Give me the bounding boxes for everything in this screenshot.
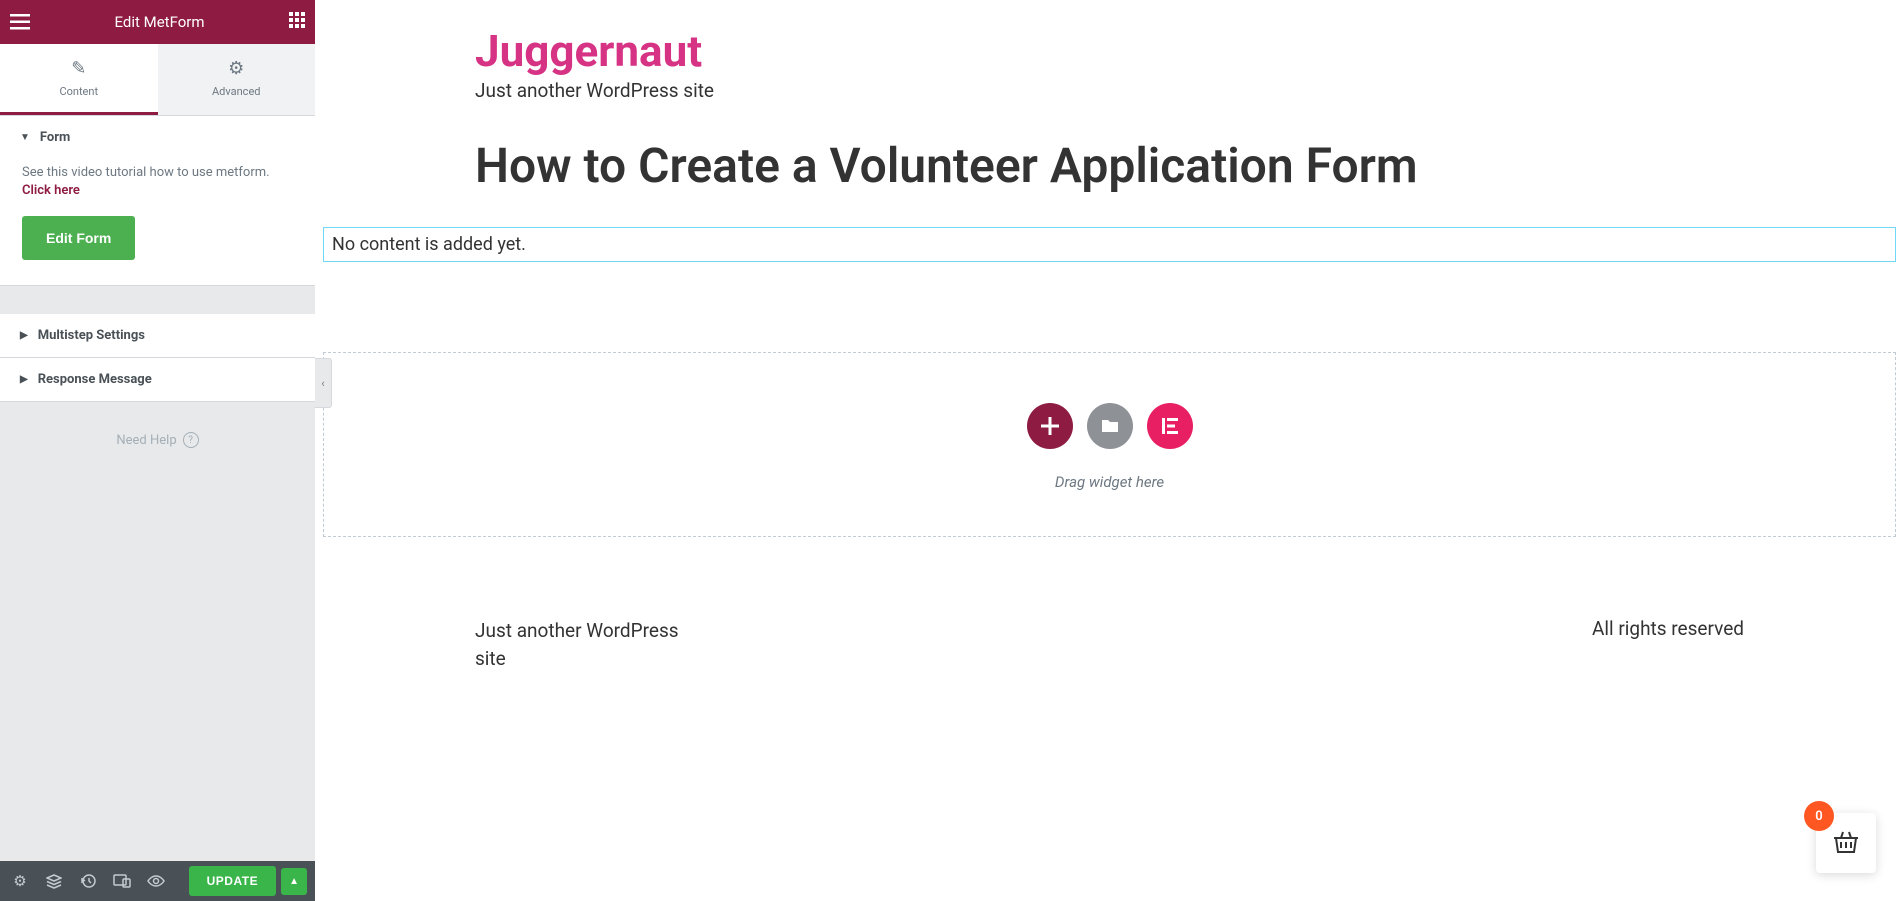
widgets-icon[interactable] [289, 12, 305, 32]
section-form-body: See this video tutorial how to use metfo… [0, 159, 315, 285]
section-title: Response Message [38, 372, 152, 387]
section-response: ▶ Response Message [0, 358, 315, 402]
section-multistep-header[interactable]: ▶ Multistep Settings [0, 314, 315, 357]
help-label: Need Help [116, 433, 176, 448]
tutorial-text: See this video tutorial how to use metfo… [22, 164, 293, 200]
tab-label: Content [59, 85, 98, 98]
sidebar-title: Edit MetForm [114, 13, 204, 31]
site-tagline: Just another WordPress site [475, 79, 1744, 102]
update-dropdown-button[interactable]: ▲ [281, 868, 307, 895]
footer-tagline: Just another WordPress site [475, 617, 695, 674]
chevron-right-icon: ▶ [20, 330, 28, 341]
preview-area: Juggernaut Just another WordPress site H… [315, 0, 1904, 901]
menu-icon[interactable] [10, 14, 30, 30]
update-button[interactable]: UPDATE [189, 866, 276, 896]
elementskit-button[interactable] [1147, 403, 1193, 449]
tab-advanced[interactable]: ⚙ Advanced [158, 44, 316, 115]
drop-buttons [344, 403, 1875, 449]
editor-sidebar: Edit MetForm ✎ Content ⚙ Advanced ▼ Form… [0, 0, 315, 901]
site-title[interactable]: Juggernaut [475, 25, 1744, 77]
footer-rights: All rights reserved [1592, 617, 1744, 640]
preview-content: Juggernaut Just another WordPress site H… [315, 0, 1904, 694]
chevron-right-icon: ▶ [20, 374, 28, 385]
sidebar-header: Edit MetForm [0, 0, 315, 44]
chevron-down-icon: ▼ [20, 132, 30, 143]
add-section-button[interactable] [1027, 403, 1073, 449]
cart-count-badge: 0 [1804, 801, 1834, 831]
section-title: Form [40, 130, 70, 145]
bottom-toolbar: ⚙ UPDATE ▲ [0, 861, 315, 901]
pencil-icon: ✎ [0, 58, 158, 79]
floating-cart[interactable]: 0 [1816, 813, 1876, 873]
gear-icon: ⚙ [158, 58, 316, 79]
settings-icon[interactable]: ⚙ [4, 865, 36, 897]
history-icon[interactable] [72, 865, 104, 897]
help-section[interactable]: Need Help ? [0, 402, 315, 478]
section-title: Multistep Settings [38, 328, 145, 343]
section-form: ▼ Form See this video tutorial how to us… [0, 116, 315, 286]
tab-content[interactable]: ✎ Content [0, 44, 158, 115]
spacer [0, 286, 315, 314]
template-library-button[interactable] [1087, 403, 1133, 449]
responsive-icon[interactable] [106, 865, 138, 897]
page-title: How to Create a Volunteer Application Fo… [475, 137, 1744, 195]
preview-footer: Just another WordPress site All rights r… [475, 617, 1744, 694]
collapse-handle[interactable]: ‹ [315, 358, 332, 408]
drop-area[interactable]: Drag widget here [323, 352, 1896, 537]
section-multistep: ▶ Multistep Settings [0, 314, 315, 358]
help-icon: ? [183, 432, 199, 448]
navigator-icon[interactable] [38, 865, 70, 897]
section-response-header[interactable]: ▶ Response Message [0, 358, 315, 401]
basket-icon [1832, 828, 1860, 858]
drop-text: Drag widget here [344, 473, 1875, 491]
section-form-header[interactable]: ▼ Form [0, 116, 315, 159]
preview-icon[interactable] [140, 865, 172, 897]
tutorial-link[interactable]: Click here [22, 183, 80, 198]
tab-label: Advanced [212, 85, 260, 98]
content-placeholder[interactable]: No content is added yet. [323, 227, 1896, 262]
panel-tabs: ✎ Content ⚙ Advanced [0, 44, 315, 116]
edit-form-button[interactable]: Edit Form [22, 216, 135, 260]
